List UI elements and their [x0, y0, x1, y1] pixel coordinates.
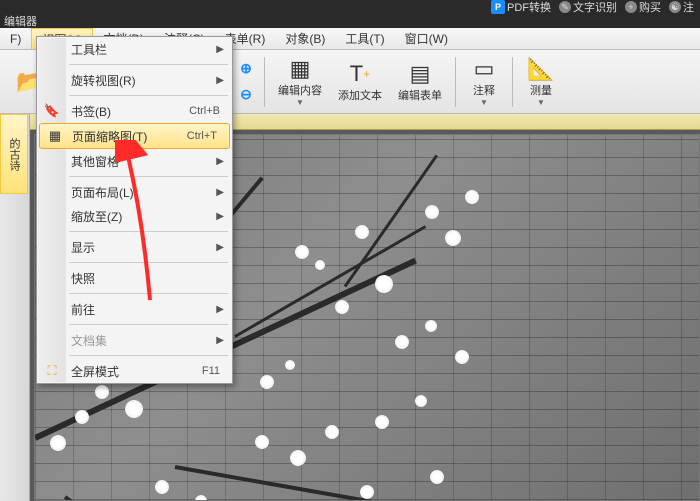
menu-file[interactable]: F): [0, 28, 31, 49]
ocr-icon: ✎: [559, 1, 571, 13]
dropdown-separator: [69, 176, 228, 177]
add-text-button[interactable]: T+ 添加文本: [331, 54, 389, 110]
account-link[interactable]: ☯ 注: [669, 0, 694, 15]
dropdown-separator: [69, 231, 228, 232]
pdf-convert-link[interactable]: P PDF转换: [491, 0, 551, 15]
dd-label: 文档集: [71, 332, 107, 349]
measure-icon: 📐: [527, 56, 554, 82]
fullscreen-icon: ⛶: [43, 362, 61, 380]
edit-content-button[interactable]: ▦ 编辑内容 ▼: [271, 54, 329, 110]
ocr-label: 文字识别: [573, 0, 617, 15]
side-panel: 的古诗: [0, 114, 30, 501]
buy-link[interactable]: + 购买: [625, 0, 661, 15]
zoom-in-button[interactable]: ⊕: [234, 57, 258, 81]
dd-label: 其他窗格: [71, 153, 119, 170]
measure-button[interactable]: 📐 测量 ▼: [519, 54, 563, 110]
dd-other-panes[interactable]: 其他窗格 ▶: [37, 149, 232, 173]
dropdown-separator: [69, 355, 228, 356]
dd-shortcut: F11: [202, 365, 232, 377]
dd-label: 显示: [71, 239, 95, 256]
user-icon: ☯: [669, 1, 681, 13]
chevron-down-icon: ▼: [537, 98, 545, 107]
toolbar-separator: [264, 57, 265, 107]
chevron-right-icon: ▶: [216, 187, 232, 198]
dd-display[interactable]: 显示 ▶: [37, 235, 232, 259]
annotate-button[interactable]: ▭ 注释 ▼: [462, 54, 506, 110]
chevron-right-icon: ▶: [216, 335, 232, 346]
dd-fullscreen[interactable]: ⛶ 全屏模式 F11: [37, 359, 232, 383]
sidebar-tab[interactable]: 的古诗: [0, 114, 28, 194]
bookmark-icon: 🔖: [43, 102, 61, 120]
edit-form-button[interactable]: ▤ 编辑表单: [391, 54, 449, 110]
dd-label: 全屏模式: [71, 363, 119, 380]
menu-object[interactable]: 对象(B): [275, 28, 335, 49]
chevron-right-icon: ▶: [216, 304, 232, 315]
title-bar: 编辑器: [0, 14, 700, 28]
chevron-right-icon: ▶: [216, 44, 232, 55]
menu-tools[interactable]: 工具(T): [335, 28, 394, 49]
menu-window[interactable]: 窗口(W): [395, 28, 458, 49]
dd-goto[interactable]: 前往 ▶: [37, 297, 232, 321]
dd-shortcut: Ctrl+B: [189, 105, 232, 117]
dd-label: 书签(B): [71, 103, 111, 120]
pdf-icon: P: [491, 0, 505, 14]
edit-content-icon: ▦: [290, 56, 311, 82]
dropdown-separator: [69, 262, 228, 263]
dd-label: 旋转视图(R): [71, 72, 136, 89]
dd-page-layout[interactable]: 页面布局(L) ▶: [37, 180, 232, 204]
chevron-right-icon: ▶: [216, 242, 232, 253]
chevron-right-icon: ▶: [216, 156, 232, 167]
edit-form-label: 编辑表单: [398, 87, 442, 103]
chevron-right-icon: ▶: [216, 75, 232, 86]
app-title: 编辑器: [4, 13, 37, 29]
chevron-right-icon: ▶: [216, 211, 232, 222]
thumbnails-icon: ▦: [46, 127, 64, 145]
dd-shortcut: Ctrl+T: [187, 130, 229, 142]
dd-page-thumbnails[interactable]: ▦ 页面缩略图(T) Ctrl+T: [39, 123, 230, 149]
dropdown-separator: [69, 293, 228, 294]
dd-label: 缩放至(Z): [71, 208, 122, 225]
dd-document-set: 文档集 ▶: [37, 328, 232, 352]
account-label: 注: [683, 0, 694, 15]
pdf-convert-label: PDF转换: [507, 0, 551, 15]
dd-label: 前往: [71, 301, 95, 318]
dropdown-separator: [69, 324, 228, 325]
dd-zoom-to[interactable]: 缩放至(Z) ▶: [37, 204, 232, 228]
dd-toolbar[interactable]: 工具栏 ▶: [37, 37, 232, 61]
toolbar-separator: [455, 57, 456, 107]
top-info-strip: P PDF转换 ✎ 文字识别 + 购买 ☯ 注: [0, 0, 700, 14]
measure-label: 测量: [530, 82, 552, 98]
edit-content-label: 编辑内容: [278, 82, 322, 98]
dd-rotate-view[interactable]: 旋转视图(R) ▶: [37, 68, 232, 92]
add-text-icon: T+: [350, 61, 370, 87]
dd-label: 工具栏: [71, 41, 107, 58]
annotate-label: 注释: [473, 82, 495, 98]
add-text-label: 添加文本: [338, 87, 382, 103]
toolbar-separator: [512, 57, 513, 107]
dd-label: 页面缩略图(T): [72, 128, 147, 145]
edit-form-icon: ▤: [410, 61, 431, 87]
ocr-link[interactable]: ✎ 文字识别: [559, 0, 617, 15]
view-dropdown: 工具栏 ▶ 旋转视图(R) ▶ 🔖 书签(B) Ctrl+B ▦ 页面缩略图(T…: [36, 36, 233, 384]
cart-icon: +: [625, 1, 637, 13]
buy-label: 购买: [639, 0, 661, 15]
chevron-down-icon: ▼: [480, 98, 488, 107]
dropdown-separator: [69, 95, 228, 96]
zoom-out-button[interactable]: ⊖: [234, 83, 258, 107]
dd-label: 页面布局(L): [71, 184, 134, 201]
chevron-down-icon: ▼: [296, 98, 304, 107]
annotate-icon: ▭: [474, 56, 495, 82]
dd-label: 快照: [71, 270, 95, 287]
dropdown-separator: [69, 64, 228, 65]
dd-bookmarks[interactable]: 🔖 书签(B) Ctrl+B: [37, 99, 232, 123]
dd-snapshot[interactable]: 快照: [37, 266, 232, 290]
